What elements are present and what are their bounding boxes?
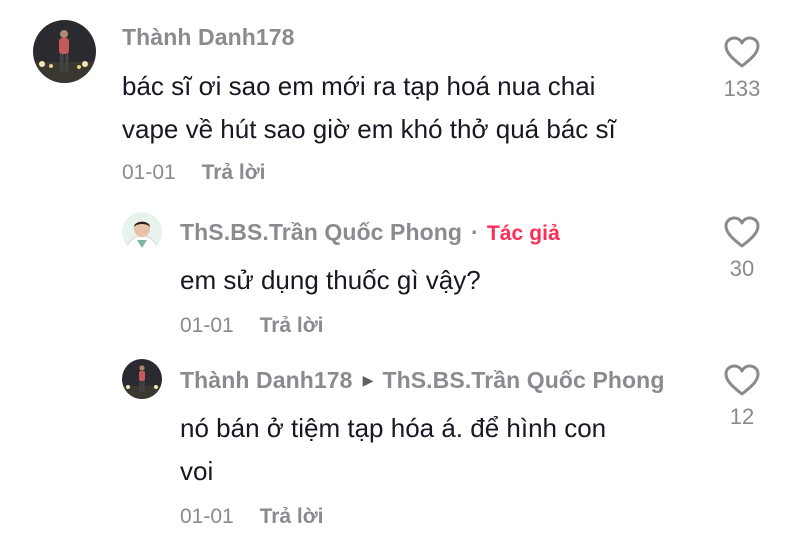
comment-text-line: vape về hút sao giờ em khó thở quá bác s… — [122, 114, 616, 144]
reply-button[interactable]: Trả lời — [260, 314, 324, 337]
avatar[interactable] — [122, 359, 162, 399]
like-button[interactable]: 30 — [717, 215, 767, 282]
comment-date: 01-01 — [180, 314, 234, 337]
comment-username[interactable]: Thành Danh178 — [122, 24, 295, 51]
comment-username[interactable]: Thành Danh178 ▶ ThS.BS.Trần Quốc Phong — [180, 367, 664, 394]
heart-outline-icon[interactable] — [723, 35, 761, 69]
avatar[interactable] — [122, 212, 162, 252]
avatar[interactable] — [33, 20, 96, 83]
comment-text-line: em sử dụng thuốc gì vậy? — [180, 265, 481, 295]
comment-text: bác sĩ ơi sao em mới ra tạp hoá nua chai… — [122, 65, 616, 151]
reply-to-username[interactable]: ThS.BS.Trần Quốc Phong — [382, 367, 664, 393]
comment-text-line: voi — [180, 456, 214, 486]
comment-meta: 01-01 Trả lời — [122, 161, 266, 185]
comment-date: 01-01 — [180, 505, 234, 528]
like-button[interactable]: 12 — [717, 363, 767, 430]
comment-meta: 01-01 Trả lời — [180, 505, 324, 529]
separator-dot: · — [471, 219, 479, 245]
comment-text: em sử dụng thuốc gì vậy? — [180, 259, 481, 302]
comment-text-line: nó bán ở tiệm tạp hóa á. để hình con — [180, 413, 607, 443]
heart-outline-icon[interactable] — [723, 215, 761, 249]
reply-button[interactable]: Trả lời — [260, 505, 324, 528]
comment-text-line: bác sĩ ơi sao em mới ra tạp hoá nua chai — [122, 71, 596, 101]
heart-outline-icon[interactable] — [723, 363, 761, 397]
like-count: 30 — [729, 256, 755, 281]
comment-text: nó bán ở tiệm tạp hóa á. để hình con voi — [180, 407, 606, 493]
comment-date: 01-01 — [122, 161, 176, 184]
author-badge: Tác giả — [486, 222, 560, 245]
like-count: 12 — [729, 404, 755, 429]
comment-meta: 01-01 Trả lời — [180, 314, 324, 338]
triangle-right-icon: ▶ — [362, 372, 374, 388]
reply-button[interactable]: Trả lời — [202, 161, 266, 184]
comment-username[interactable]: ThS.BS.Trần Quốc Phong · Tác giả — [180, 219, 560, 246]
like-count: 133 — [723, 76, 761, 101]
like-button[interactable]: 133 — [717, 35, 767, 102]
